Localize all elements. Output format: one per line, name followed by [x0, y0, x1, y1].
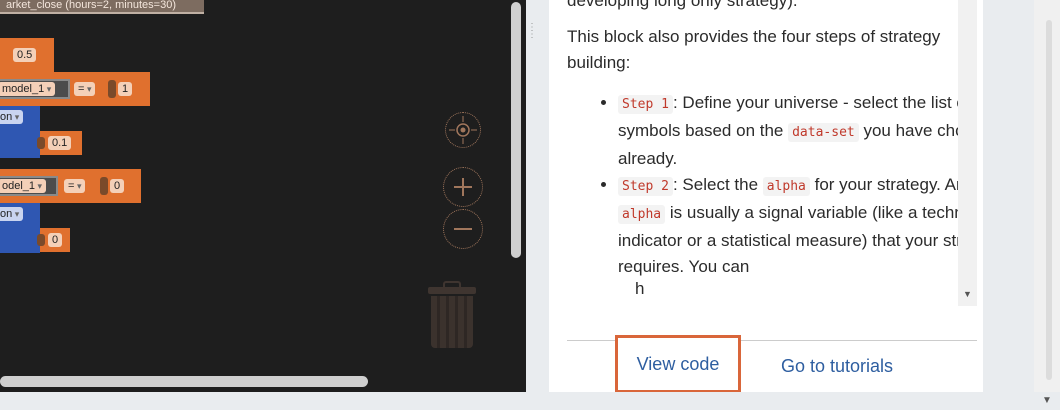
help-content[interactable]: developing long only strategy). This blo…	[567, 0, 959, 306]
input-notch-4	[37, 234, 45, 246]
model-dropdown-2-label: odel_1	[2, 180, 36, 192]
model-dropdown-1[interactable]: model_1	[0, 82, 56, 96]
threshold-value-field[interactable]: 0.5	[13, 48, 37, 62]
workspace-vertical-scrollbar[interactable]	[511, 2, 521, 258]
operator-dropdown-2[interactable]: =	[64, 179, 86, 193]
step-2-text-c: is usually a signal variable (like a tec…	[618, 203, 959, 276]
bottom-bar	[0, 392, 1060, 410]
page-scroll-down-icon[interactable]: ▼	[1036, 392, 1058, 410]
page-scrollbar-thumb[interactable]	[1046, 20, 1052, 380]
operator-2-label: =	[68, 180, 75, 192]
value-0-text: 0	[52, 234, 59, 246]
value-01-text: 0.1	[52, 137, 68, 149]
step-2-text-b: for your strategy. An	[809, 175, 959, 194]
condition-2-label: on	[0, 208, 13, 220]
input-notch-2	[37, 137, 45, 149]
workspace-horizontal-scrollbar[interactable]	[0, 376, 368, 387]
step-2-code-alpha: alpha	[762, 177, 810, 196]
resize-handle-icon[interactable]: ⋮ ⋮	[527, 23, 537, 54]
zoom-in-icon[interactable]	[443, 167, 483, 207]
operator-dropdown-1[interactable]: =	[74, 82, 96, 96]
compare-value-2-text: 0	[114, 180, 121, 192]
step-2-text-a: : Select the	[672, 175, 763, 194]
condition-dropdown-1[interactable]: on	[0, 110, 24, 124]
zoom-out-icon[interactable]	[443, 209, 483, 249]
compare-value-1-text: 1	[122, 83, 129, 95]
scroll-down-arrow-icon[interactable]: ▼	[958, 285, 977, 303]
value-field-0[interactable]: 0	[48, 233, 63, 247]
value-field-01[interactable]: 0.1	[48, 136, 72, 150]
blockly-workspace[interactable]: arket_close (hours=2, minutes=30) 0.5 mo…	[0, 0, 526, 392]
step-2-code: Step 2	[618, 177, 673, 196]
condition-dropdown-2[interactable]: on	[0, 207, 24, 221]
model-dropdown-2[interactable]: odel_1	[0, 179, 47, 193]
threshold-value-text: 0.5	[17, 49, 33, 61]
step-2-code-alpha-2: alpha	[618, 205, 666, 224]
help-scrollbar[interactable]	[958, 0, 977, 306]
recenter-icon[interactable]	[445, 112, 481, 148]
condition-1-label: on	[0, 111, 13, 123]
compare-value-field-1[interactable]: 1	[118, 82, 133, 96]
operator-1-label: =	[78, 83, 85, 95]
trash-icon[interactable]	[426, 281, 478, 349]
trash-can	[431, 296, 473, 348]
partial-text-line: h	[635, 279, 645, 298]
view-code-button[interactable]: View code	[615, 335, 741, 393]
steps-list: Step 1: Define your universe - select th…	[567, 90, 959, 280]
paragraph-top: developing long only strategy).	[567, 0, 798, 10]
go-to-tutorials-link[interactable]: Go to tutorials	[781, 354, 893, 378]
step-1-code: Step 1	[618, 95, 673, 114]
paragraph-intro: This block also provides the four steps …	[567, 27, 941, 72]
market-close-label: arket_close (hours=2, minutes=30)	[6, 0, 176, 11]
market-close-block[interactable]: arket_close (hours=2, minutes=30)	[0, 0, 204, 14]
step-2-item: Step 2: Select the alpha for your strate…	[618, 172, 959, 280]
help-panel: developing long only strategy). This blo…	[549, 0, 983, 393]
model-dropdown-1-label: model_1	[2, 83, 45, 95]
compare-value-field-2[interactable]: 0	[110, 179, 125, 193]
input-notch-1	[108, 80, 116, 98]
input-notch-3	[100, 177, 108, 195]
step-1-item: Step 1: Define your universe - select th…	[618, 90, 959, 172]
step-1-code-data-set: data-set	[788, 123, 859, 142]
trash-lid	[428, 287, 476, 294]
